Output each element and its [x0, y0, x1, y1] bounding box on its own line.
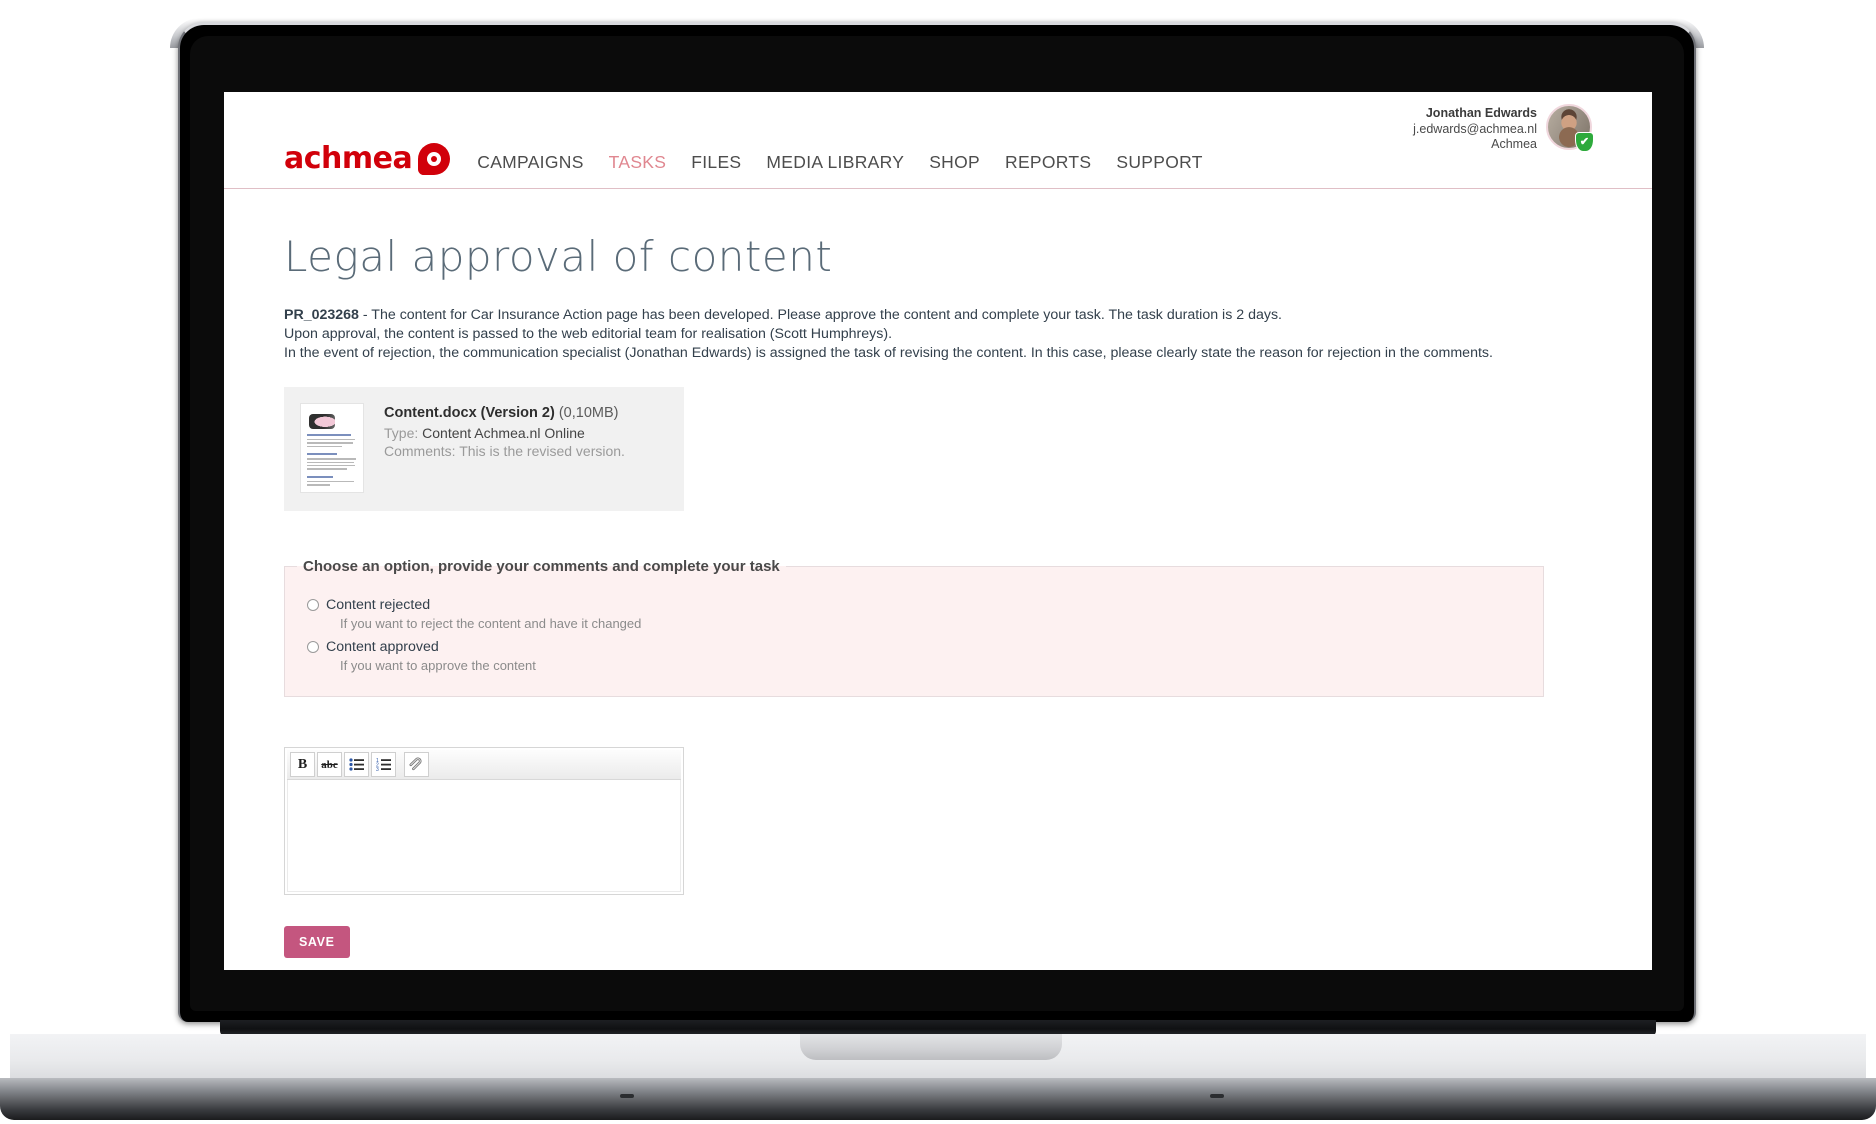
thumbnail-text-line	[307, 458, 356, 460]
task-description-line-1-rest: - The content for Car Insurance Action p…	[358, 307, 1282, 324]
option-row-rejected[interactable]: Content rejected If you want to reject t…	[285, 597, 1543, 631]
nav-item-support[interactable]: SUPPORT	[1116, 152, 1202, 173]
user-email: j.edwards@achmea.nl	[1413, 121, 1537, 136]
user-name: Jonathan Edwards	[1425, 106, 1537, 120]
thumbnail-text-line	[307, 442, 353, 444]
verified-shield-icon: ✔	[1575, 132, 1594, 152]
thumbnail-heading-line	[307, 475, 333, 478]
laptop-foot-right	[1210, 1094, 1224, 1098]
laptop-mockup: Jonathan Edwards j.edwards@achmea.nl Ach…	[0, 0, 1876, 1124]
file-size: (0,10MB)	[558, 405, 619, 422]
radio-content-rejected[interactable]	[307, 599, 319, 612]
file-type-value: Content Achmea.nl Online	[422, 425, 585, 442]
option-selection-panel: Choose an option, provide your comments …	[284, 558, 1544, 698]
page-title: Legal approval of content	[284, 232, 833, 281]
document-thumbnail-icon[interactable]	[300, 403, 364, 494]
thumbnail-text-line	[307, 465, 355, 467]
laptop-foot-left	[620, 1094, 634, 1098]
user-info-text: Jonathan Edwards j.edwards@achmea.nl Ach…	[1413, 104, 1537, 153]
thumbnail-image	[309, 414, 335, 430]
svg-text:3: 3	[376, 767, 379, 771]
radio-label-content-rejected[interactable]: Content rejected	[326, 597, 430, 613]
file-type-label: Type:	[384, 425, 419, 442]
numbered-list-glyph: 1 2 3	[376, 758, 391, 771]
paperclip-attach-icon[interactable]	[404, 752, 429, 778]
main-navigation: achmea CAMPAIGNS TASKS FILES MEDIA LIBRA…	[284, 143, 1228, 175]
thumbnail-text-line	[307, 468, 347, 470]
nav-item-shop[interactable]: SHOP	[929, 152, 980, 173]
page-content: Legal approval of content PR_023268 - Th…	[224, 189, 1652, 959]
user-organisation: Achmea	[1491, 137, 1537, 151]
nav-item-campaigns[interactable]: CAMPAIGNS	[477, 152, 583, 173]
thumbnail-heading-line	[307, 434, 351, 437]
thumbnail-text-line	[307, 461, 354, 464]
comment-editor: B abc 1 2 3	[284, 747, 684, 896]
task-description: PR_023268 - The content for Car Insuranc…	[284, 306, 1544, 363]
file-name: Content.docx (Version 2)	[384, 405, 555, 422]
user-account-block[interactable]: Jonathan Edwards j.edwards@achmea.nl Ach…	[1413, 104, 1594, 153]
editor-toolbar: B abc 1 2 3	[287, 750, 681, 781]
task-description-line-3: In the event of rejection, the communica…	[284, 345, 1493, 362]
file-comments-value: This is the revised version.	[459, 443, 625, 460]
file-name-row: Content.docx (Version 2) (0,10MB)	[384, 404, 625, 422]
file-comments-row: Comments: This is the revised version.	[384, 442, 625, 460]
thumbnail-text-line	[307, 480, 354, 483]
option-row-approved[interactable]: Content approved If you want to approve …	[285, 639, 1543, 673]
laptop-base-front	[0, 1078, 1876, 1120]
site-header: Jonathan Edwards j.edwards@achmea.nl Ach…	[224, 92, 1652, 189]
numbered-list-icon[interactable]: 1 2 3	[371, 752, 396, 778]
nav-item-media-library[interactable]: MEDIA LIBRARY	[766, 152, 904, 173]
thumbnail-text-line	[307, 484, 330, 486]
radio-content-approved[interactable]	[307, 641, 319, 654]
thumbnail-heading-line	[307, 453, 337, 456]
save-button[interactable]: SAVE	[284, 926, 350, 959]
radio-hint-content-approved: If you want to approve the content	[340, 658, 536, 674]
task-description-line-2: Upon approval, the content is passed to …	[284, 326, 893, 343]
thumbnail-text-line	[307, 445, 342, 448]
strikethrough-icon[interactable]: abc	[317, 752, 342, 778]
avatar-wrapper[interactable]: ✔	[1546, 104, 1594, 152]
brand-logo[interactable]: achmea	[284, 141, 451, 176]
task-description-line-1: PR_023268 - The content for Car Insuranc…	[284, 306, 1544, 325]
file-comments-label: Comments:	[384, 443, 456, 460]
bullet-list-icon[interactable]	[344, 752, 369, 778]
radio-label-content-approved[interactable]: Content approved	[326, 639, 439, 655]
radio-hint-content-rejected: If you want to reject the content and ha…	[340, 616, 642, 632]
nav-item-reports[interactable]: REPORTS	[1005, 152, 1091, 173]
laptop-base-notch	[800, 1034, 1062, 1060]
option-approved-main[interactable]: Content approved	[307, 639, 1543, 655]
file-type-row: Type: Content Achmea.nl Online	[384, 424, 625, 442]
browser-screen: Jonathan Edwards j.edwards@achmea.nl Ach…	[224, 92, 1652, 970]
bullet-list-glyph	[349, 758, 364, 771]
option-rejected-main[interactable]: Content rejected	[307, 597, 1543, 613]
comment-textarea[interactable]	[287, 780, 681, 893]
brand-wordmark: achmea	[284, 141, 413, 176]
file-metadata: Content.docx (Version 2) (0,10MB) Type: …	[384, 403, 625, 493]
nav-item-tasks[interactable]: TASKS	[609, 152, 667, 173]
achmea-logo-mark-icon	[418, 143, 451, 175]
paperclip-glyph	[409, 757, 421, 770]
bold-icon[interactable]: B	[290, 752, 315, 778]
thumbnail-text-line	[307, 439, 355, 441]
nav-item-files[interactable]: FILES	[691, 152, 741, 173]
option-panel-legend: Choose an option, provide your comments …	[303, 558, 780, 576]
attached-file-card[interactable]: Content.docx (Version 2) (0,10MB) Type: …	[284, 387, 684, 512]
task-reference: PR_023268	[284, 307, 359, 324]
